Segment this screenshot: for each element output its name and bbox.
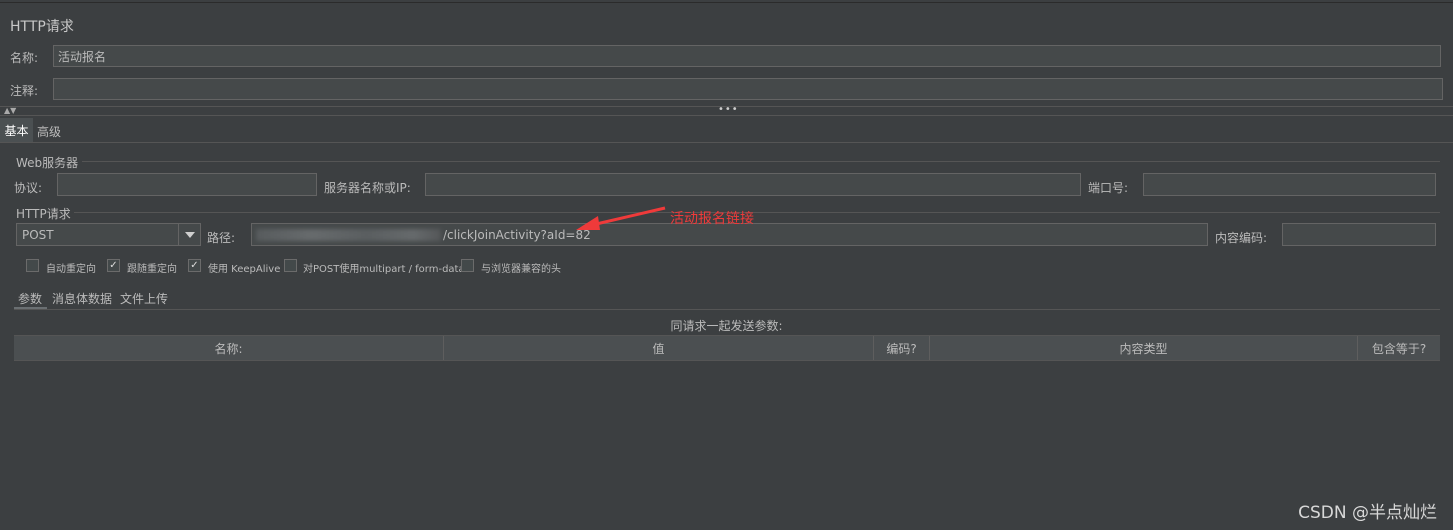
option-multipart-label: 对POST使用multipart / form-data <box>303 264 465 275</box>
tabs-divider <box>0 142 1453 143</box>
top-border <box>0 2 1453 3</box>
option-keepalive-label: 使用 KeepAlive <box>208 264 281 275</box>
column-header-name[interactable]: 名称: <box>14 336 444 360</box>
option-auto-redirect-label: 自动重定向 <box>46 264 96 275</box>
method-value: POST <box>22 227 54 242</box>
chevron-down-icon[interactable] <box>178 224 200 245</box>
comment-input[interactable] <box>53 78 1443 100</box>
annotation-text: 活动报名链接 <box>670 211 754 227</box>
http-request-group-title: HTTP请求 <box>16 207 71 221</box>
port-label: 端口号: <box>1088 181 1129 195</box>
checkbox-follow-redirect[interactable]: ✓ <box>107 259 120 272</box>
web-server-group-line <box>82 161 1440 162</box>
params-table-header: 名称: 值 编码? 内容类型 包含等于? <box>14 335 1440 361</box>
method-select[interactable]: POST <box>16 223 201 246</box>
splitter-grip-icon[interactable]: ••• <box>718 104 739 115</box>
tab-basic[interactable]: 基本 <box>0 118 33 142</box>
checkbox-browser-headers[interactable] <box>461 259 474 272</box>
splitter-line-bottom <box>0 115 1453 116</box>
column-header-value[interactable]: 值 <box>444 336 874 360</box>
comment-label: 注释: <box>10 84 39 98</box>
option-browser-headers-label: 与浏览器兼容的头 <box>481 264 561 275</box>
http-request-group-line <box>74 212 1440 213</box>
protocol-input[interactable] <box>57 173 317 196</box>
panel-title: HTTP请求 <box>10 19 74 35</box>
watermark: CSDN @半点灿烂 <box>1298 503 1437 523</box>
column-header-include-equals[interactable]: 包含等于? <box>1358 336 1440 360</box>
port-input[interactable] <box>1143 173 1436 196</box>
server-input[interactable] <box>425 173 1081 196</box>
server-label: 服务器名称或IP: <box>324 181 411 195</box>
checkbox-keepalive[interactable]: ✓ <box>188 259 201 272</box>
path-value: /clickJoinActivity?aId=82 <box>443 227 591 242</box>
subtabs-divider <box>14 309 1440 310</box>
params-caption: 同请求一起发送参数: <box>670 319 783 333</box>
tab-advanced[interactable]: 高级 <box>37 123 61 140</box>
subtab-body-data[interactable]: 消息体数据 <box>52 290 112 307</box>
subtab-file-upload[interactable]: 文件上传 <box>120 290 168 307</box>
checkbox-multipart[interactable] <box>284 259 297 272</box>
path-label: 路径: <box>207 231 236 245</box>
column-header-encode[interactable]: 编码? <box>874 336 930 360</box>
redacted-host <box>256 228 441 241</box>
web-server-group-title: Web服务器 <box>16 156 79 170</box>
protocol-label: 协议: <box>14 181 43 195</box>
encoding-input[interactable] <box>1282 223 1436 246</box>
name-label: 名称: <box>10 51 39 65</box>
tab-basic-label: 基本 <box>4 123 29 138</box>
checkbox-auto-redirect[interactable] <box>26 259 39 272</box>
annotation-arrow-icon <box>576 206 666 230</box>
encoding-label: 内容编码: <box>1215 231 1268 245</box>
name-input[interactable] <box>53 45 1441 67</box>
column-header-content-type[interactable]: 内容类型 <box>930 336 1358 360</box>
subtab-parameters[interactable]: 参数 <box>18 290 42 307</box>
option-follow-redirect-label: 跟随重定向 <box>127 264 177 275</box>
